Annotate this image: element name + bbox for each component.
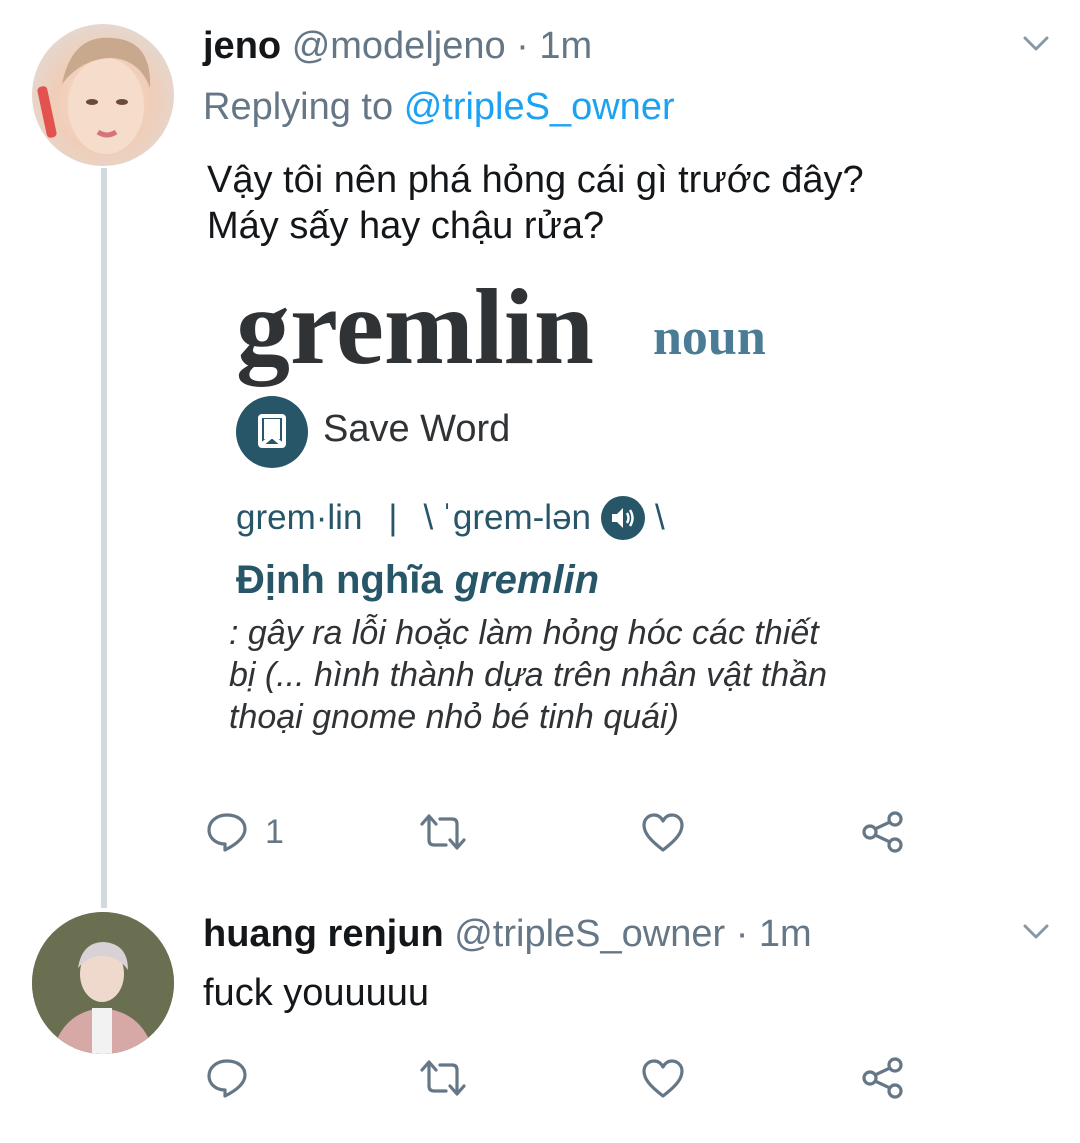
retweet-icon bbox=[420, 814, 466, 850]
heart-icon bbox=[642, 1059, 684, 1098]
reply-button[interactable] bbox=[205, 1056, 249, 1100]
share-button[interactable] bbox=[860, 810, 906, 854]
dictionary-word: gremlin bbox=[236, 268, 594, 387]
thread-line bbox=[101, 168, 107, 908]
definition-heading: Định nghĩa gremlin bbox=[236, 558, 599, 603]
part-of-speech: noun bbox=[653, 309, 766, 366]
definition-word: gremlin bbox=[454, 558, 600, 602]
avatar[interactable] bbox=[32, 24, 174, 166]
retweet-icon bbox=[420, 1060, 466, 1096]
separator: · bbox=[735, 913, 749, 955]
reply-icon bbox=[207, 813, 247, 852]
tweet-text-line: Máy sấy hay chậu rửa? bbox=[207, 205, 605, 247]
retweet-button[interactable] bbox=[418, 810, 468, 854]
user-handle[interactable]: @tripleS_owner bbox=[454, 913, 725, 955]
reply-icon bbox=[207, 1059, 247, 1098]
pron-bracket-close: \ bbox=[655, 498, 665, 537]
replying-mention-link[interactable]: @tripleS_owner bbox=[404, 86, 675, 128]
speaker-icon bbox=[601, 496, 646, 540]
chevron-down-icon[interactable] bbox=[1022, 34, 1050, 54]
definition-line: bị (... hình thành dựa trên nhân vật thầ… bbox=[229, 656, 828, 694]
replying-prefix: Replying to bbox=[203, 86, 394, 128]
tweet-media-image[interactable]: gremlin noun Save Word grem·lin | \ ˈgre… bbox=[215, 268, 1005, 788]
share-button[interactable] bbox=[860, 1056, 906, 1100]
definition-text: : gây ra lỗi hoặc làm hỏng hóc các thiết… bbox=[229, 612, 827, 738]
tweet-actions: 1 bbox=[0, 800, 1080, 860]
divider: | bbox=[388, 498, 398, 537]
tweet-actions bbox=[0, 1046, 1080, 1106]
separator: · bbox=[516, 25, 529, 67]
save-word-label: Save Word bbox=[323, 408, 511, 450]
timestamp[interactable]: 1m bbox=[539, 25, 592, 67]
timestamp[interactable]: 1m bbox=[759, 913, 812, 955]
tweet-text-line: fuck youuuuu bbox=[203, 972, 430, 1014]
pron-bracket-open: \ bbox=[423, 498, 434, 537]
tweet-text-line: Vậy tôi nên phá hỏng cái gì trước đây? bbox=[207, 159, 864, 201]
replying-to: Replying to @tripleS_owner bbox=[203, 86, 675, 129]
definition-line: : gây ra lỗi hoặc làm hỏng hóc các thiết bbox=[229, 614, 819, 652]
tweet-text: fuck youuuuu bbox=[203, 970, 429, 1016]
like-button[interactable] bbox=[640, 1056, 686, 1100]
reply-count: 1 bbox=[265, 812, 284, 851]
retweet-button[interactable] bbox=[418, 1056, 468, 1100]
display-name[interactable]: huang renjun bbox=[203, 913, 444, 955]
syllables: grem·lin bbox=[236, 498, 363, 537]
tweet-text: Vậy tôi nên phá hỏng cái gì trước đây? M… bbox=[207, 157, 864, 249]
display-name[interactable]: jeno bbox=[203, 25, 281, 67]
heart-icon bbox=[642, 813, 684, 852]
tweet-header: huang renjun @tripleS_owner · 1m bbox=[203, 913, 812, 956]
share-icon bbox=[862, 1057, 903, 1099]
like-button[interactable] bbox=[640, 810, 686, 854]
chevron-down-icon[interactable] bbox=[1022, 922, 1050, 942]
share-icon bbox=[862, 811, 903, 853]
definition-line: thoại gnome nhỏ bé tinh quái) bbox=[229, 698, 679, 736]
bookmark-icon bbox=[236, 396, 308, 468]
definition-prefix: Định nghĩa bbox=[236, 558, 443, 602]
user-handle[interactable]: @modeljeno bbox=[292, 25, 506, 67]
pronunciation-row: grem·lin | \ ˈgrem-lən \ bbox=[236, 496, 665, 540]
pronunciation: ˈgrem-lən bbox=[441, 498, 592, 537]
tweet-header: jeno @modeljeno · 1m bbox=[203, 25, 592, 68]
avatar[interactable] bbox=[32, 912, 174, 1054]
reply-button[interactable]: 1 bbox=[205, 810, 284, 854]
